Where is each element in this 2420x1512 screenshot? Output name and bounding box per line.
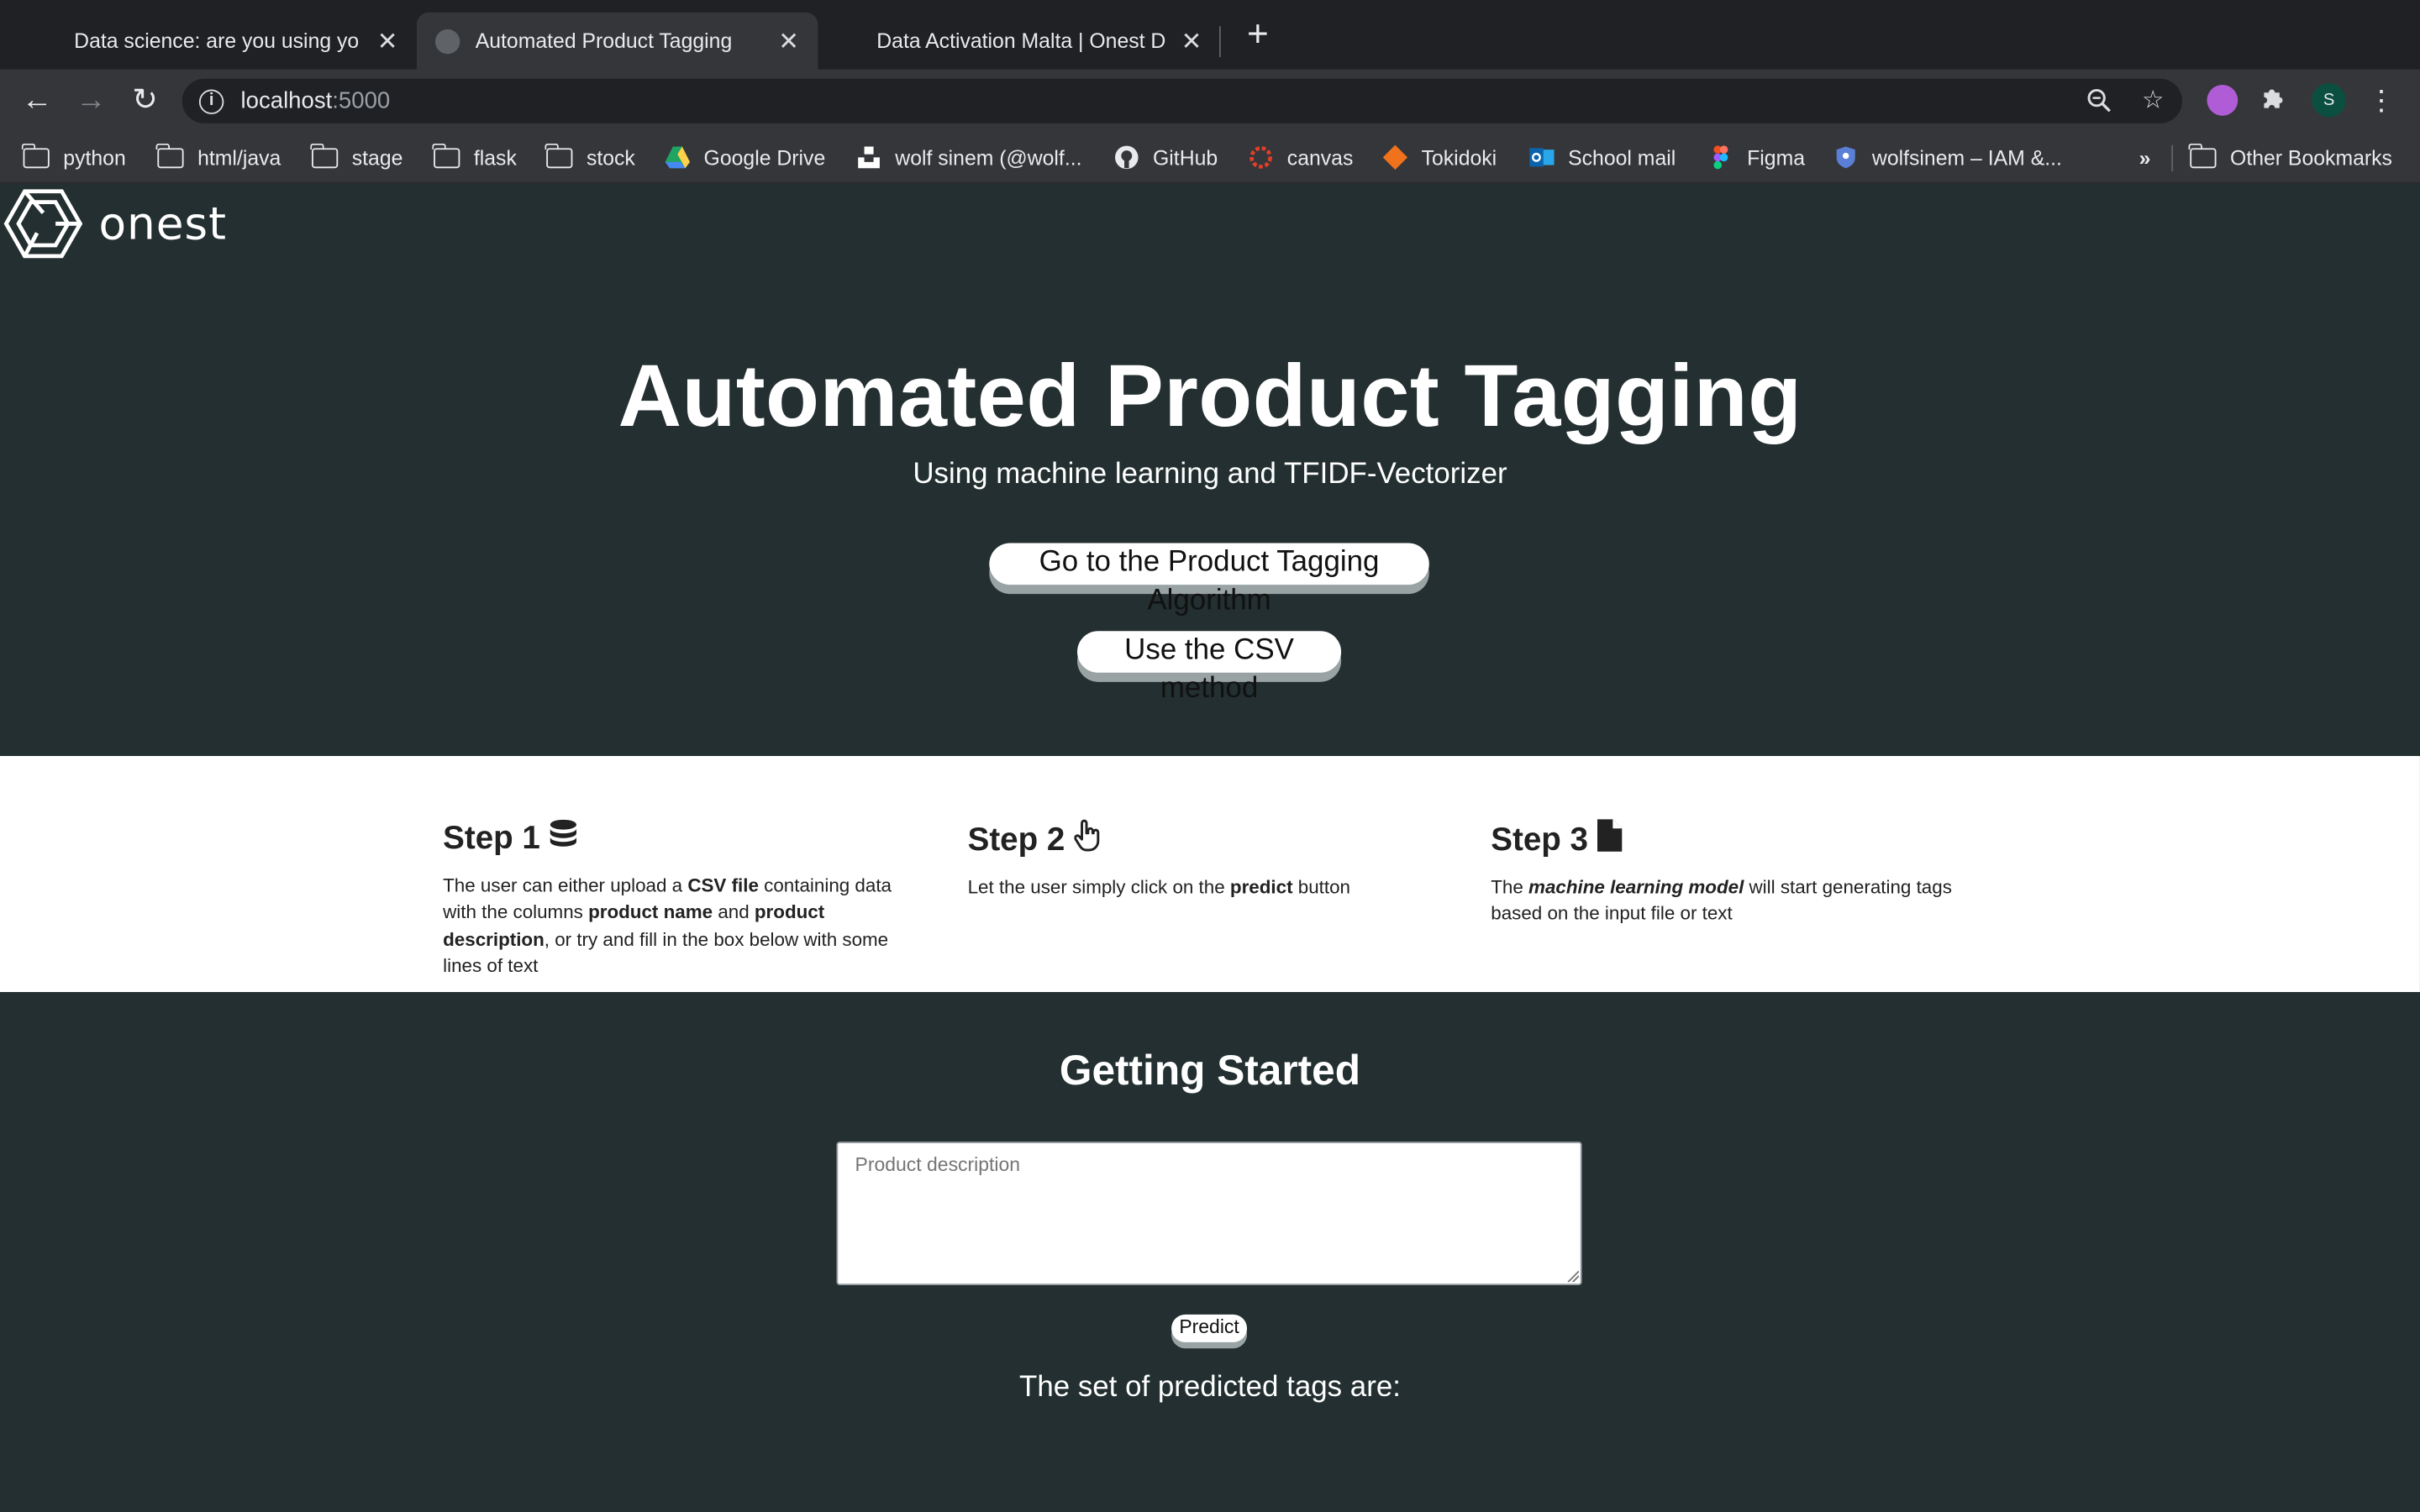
web-page: onest Automated Product Tagging Using ma… bbox=[0, 183, 2420, 1512]
page-title: Automated Product Tagging bbox=[618, 347, 1802, 446]
unsplash-icon bbox=[856, 144, 881, 171]
product-tagging-algorithm-button[interactable]: Go to the Product Tagging Algorithm bbox=[989, 543, 1429, 617]
tab-data-science[interactable]: Data science: are you using yo ✕ bbox=[31, 13, 414, 70]
emphasis-text: machine learning model bbox=[1528, 876, 1744, 898]
product-description-input[interactable] bbox=[836, 1142, 1582, 1285]
browser-toolbar: ← → ↻ i localhost:5000 ☆ S ⋮ bbox=[0, 69, 2420, 132]
bookmark-school-mail[interactable]: School mail bbox=[1529, 140, 1676, 174]
tab-automated-product-tagging[interactable]: Automated Product Tagging ✕ bbox=[416, 12, 818, 70]
tab-strip: Data science: are you using yo ✕ Automat… bbox=[0, 0, 2420, 70]
tab-separator bbox=[1218, 26, 1221, 57]
globe-icon bbox=[434, 28, 460, 54]
bookmark-google-drive[interactable]: Google Drive bbox=[665, 140, 825, 174]
predicted-tags-label: The set of predicted tags are: bbox=[1018, 1371, 1401, 1404]
step-1-text: The user can either upload a CSV file co… bbox=[443, 874, 906, 981]
getting-started-section: Getting Started Predict The set of predi… bbox=[0, 991, 2420, 1512]
bookmark-stock[interactable]: stock bbox=[545, 140, 635, 174]
file-icon bbox=[1597, 819, 1623, 861]
star-icon[interactable]: ☆ bbox=[2139, 88, 2167, 116]
step-3-title: Step 3 bbox=[1491, 822, 1589, 858]
bookmark-stage[interactable]: stage bbox=[310, 140, 402, 174]
address-bar[interactable]: i localhost:5000 ☆ bbox=[182, 78, 2183, 123]
getting-started-title: Getting Started bbox=[1059, 1047, 1361, 1095]
bookmark-wolf-sinem[interactable]: wolf sinem (@wolf... bbox=[856, 140, 1081, 174]
zoom-icon[interactable] bbox=[2085, 88, 2112, 116]
csv-method-button[interactable]: Use the CSV method bbox=[1077, 631, 1342, 705]
kebab-menu-icon[interactable]: ⋮ bbox=[2367, 81, 2395, 118]
body-text: button bbox=[1292, 876, 1351, 898]
bookmark-flask[interactable]: flask bbox=[433, 140, 517, 174]
extension-power-icon[interactable] bbox=[2207, 85, 2238, 116]
bookmarks-separator bbox=[2171, 144, 2174, 171]
profile-avatar[interactable]: S bbox=[2312, 83, 2346, 118]
close-tab-icon[interactable]: ✕ bbox=[373, 25, 401, 56]
bookmark-python[interactable]: python bbox=[22, 140, 126, 174]
extensions-puzzle-icon[interactable] bbox=[2260, 85, 2287, 113]
step-1: Step 1 The user can either upload a CSV … bbox=[443, 819, 906, 980]
bookmark-tokidoki[interactable]: Tokidoki bbox=[1382, 140, 1497, 174]
folder-icon bbox=[545, 142, 573, 168]
bookmark-github[interactable]: GitHub bbox=[1114, 140, 1218, 174]
folder-icon bbox=[156, 142, 184, 168]
body-text: The bbox=[1491, 876, 1529, 898]
info-icon[interactable]: i bbox=[198, 88, 224, 113]
tokidoki-icon bbox=[1382, 144, 1408, 171]
body-text: Let the user simply click on the bbox=[967, 876, 1230, 898]
shield-icon bbox=[1836, 146, 1855, 169]
hero-section: onest Automated Product Tagging Using ma… bbox=[0, 183, 2420, 756]
page-subtitle: Using machine learning and TFIDF-Vectori… bbox=[913, 458, 1507, 491]
folder-icon bbox=[433, 142, 460, 168]
bookmark-wolfsinem-iam[interactable]: wolfsinem – IAM &... bbox=[1833, 140, 2062, 174]
github-icon bbox=[1115, 145, 1139, 170]
emphasis-text: CSV file bbox=[687, 874, 759, 897]
database-icon bbox=[550, 819, 577, 859]
close-tab-icon[interactable]: ✕ bbox=[1177, 25, 1205, 56]
step-1-title: Step 1 bbox=[443, 821, 540, 857]
step-2: Step 2 Let the user simply click on the … bbox=[968, 819, 1431, 901]
emphasis-text: predict bbox=[1229, 876, 1293, 898]
body-text: The user can either upload a bbox=[443, 874, 688, 897]
folder-icon bbox=[2189, 142, 2217, 168]
bookmarks-overflow-chevron[interactable]: » bbox=[2139, 140, 2151, 174]
reload-icon[interactable]: ↻ bbox=[127, 81, 164, 118]
step-3: Step 3 The machine learning model will s… bbox=[1491, 819, 1954, 928]
steps-section: Step 1 The user can either upload a CSV … bbox=[0, 755, 2420, 992]
figma-icon bbox=[1713, 145, 1728, 170]
step-3-text: The machine learning model will start ge… bbox=[1491, 874, 1954, 928]
google-drive-icon bbox=[665, 146, 691, 169]
forward-arrow-icon[interactable]: → bbox=[72, 81, 109, 118]
outlook-icon bbox=[1529, 148, 1555, 167]
tab-data-activation-malta[interactable]: Data Activation Malta | Onest D ✕ bbox=[834, 13, 1212, 70]
logo-wordmark: onest bbox=[98, 197, 227, 250]
bookmark-canvas[interactable]: canvas bbox=[1249, 140, 1353, 174]
emphasis-text: product name bbox=[588, 901, 713, 924]
bookmark-figma[interactable]: Figma bbox=[1708, 140, 1805, 174]
plus-icon[interactable]: + bbox=[1239, 16, 1276, 55]
canvas-icon bbox=[1249, 146, 1272, 169]
back-arrow-icon[interactable]: ← bbox=[18, 81, 55, 118]
step-2-text: Let the user simply click on the predict… bbox=[968, 874, 1431, 901]
bookmark-html-java[interactable]: html/java bbox=[156, 140, 281, 174]
bookmark-other-bookmarks[interactable]: Other Bookmarks bbox=[2189, 140, 2392, 174]
url-text: localhost:5000 bbox=[240, 87, 391, 114]
body-text: and bbox=[713, 901, 755, 924]
predict-button[interactable]: Predict bbox=[1171, 1314, 1248, 1342]
pointer-hand-icon bbox=[1074, 819, 1102, 861]
step-2-title: Step 2 bbox=[967, 822, 1065, 858]
resize-grip-icon[interactable] bbox=[1566, 1270, 1579, 1283]
onest-logo[interactable]: onest bbox=[3, 186, 227, 260]
bookmarks-bar: python html/java stage flask stock Googl… bbox=[0, 131, 2420, 184]
onest-logo-icon bbox=[3, 189, 83, 259]
folder-icon bbox=[310, 142, 339, 168]
close-tab-icon[interactable]: ✕ bbox=[775, 25, 802, 56]
folder-icon bbox=[22, 142, 50, 168]
